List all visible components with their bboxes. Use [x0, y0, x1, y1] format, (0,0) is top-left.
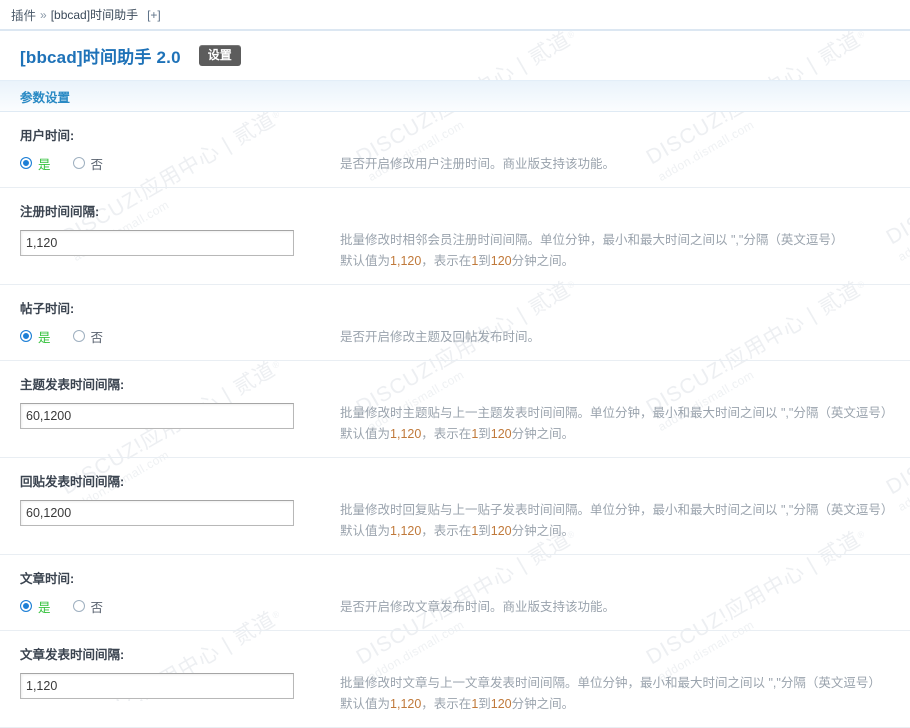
field-description-line: 是否开启修改主题及回帖发布时间。 [340, 330, 540, 344]
field-control [0, 230, 340, 256]
field-description: 批量修改时主题贴与上一主题发表时间间隔。单位分钟，最小和最大时间之间以 ","分… [340, 403, 910, 445]
reply-interval-input[interactable] [20, 500, 294, 526]
desc-number: 120 [491, 697, 512, 711]
radio-dot-icon[interactable] [73, 330, 85, 342]
field-row-reply-interval: 回贴发表时间间隔: 批量修改时回复贴与上一贴子发表时间间隔。单位分钟，最小和最大… [0, 458, 910, 555]
field-description-line-1: 批量修改时相邻会员注册时间间隔。单位分钟，最小和最大时间之间以 ","分隔（英文… [340, 230, 898, 251]
field-control: 是 否 [0, 327, 340, 345]
radio-dot-selected-icon[interactable] [20, 157, 32, 169]
field-description-line-1: 批量修改时回复贴与上一贴子发表时间间隔。单位分钟，最小和最大时间之间以 ","分… [340, 500, 898, 521]
field-control [0, 500, 340, 526]
field-row-article-time: 文章时间: 是 否 是否开启修改文章发布时间。商业版支持该功能。 [0, 555, 910, 631]
article-interval-input[interactable] [20, 673, 294, 699]
desc-number: 1,120 [390, 254, 421, 268]
desc-text: 分钟之间。 [512, 254, 575, 268]
radio-option-yes[interactable]: 是 [20, 597, 51, 616]
field-row-post-time: 帖子时间: 是 否 是否开启修改主题及回帖发布时间。 [0, 285, 910, 361]
breadcrumb: 插件 » [bbcad]时间助手 [+] [0, 0, 910, 31]
field-description-line-2: 默认值为1,120，表示在1到120分钟之间。 [340, 424, 898, 445]
field-row-user-time: 用户时间: 是 否 是否开启修改用户注册时间。商业版支持该功能。 [0, 112, 910, 188]
desc-number: 1,120 [390, 524, 421, 538]
field-description-line-1: 批量修改时文章与上一文章发表时间间隔。单位分钟，最小和最大时间之间以 ","分隔… [340, 673, 898, 694]
radio-option-yes[interactable]: 是 [20, 327, 51, 346]
section-header-parameters: 参数设置 [0, 80, 910, 112]
radio-label-yes: 是 [38, 597, 51, 616]
desc-text: 分钟之间。 [512, 524, 575, 538]
radio-group-user-time[interactable]: 是 否 [20, 154, 340, 172]
field-label: 主题发表时间间隔: [0, 374, 910, 393]
field-description: 是否开启修改用户注册时间。商业版支持该功能。 [340, 154, 910, 175]
field-description: 批量修改时回复贴与上一贴子发表时间间隔。单位分钟，最小和最大时间之间以 ","分… [340, 500, 910, 542]
radio-option-yes[interactable]: 是 [20, 154, 51, 173]
field-label: 文章时间: [0, 568, 910, 587]
field-control [0, 403, 340, 429]
field-description: 批量修改时相邻会员注册时间间隔。单位分钟，最小和最大时间之间以 ","分隔（英文… [340, 230, 910, 272]
desc-number: 120 [491, 427, 512, 441]
radio-label-yes: 是 [38, 154, 51, 173]
field-description: 是否开启修改文章发布时间。商业版支持该功能。 [340, 597, 910, 618]
field-description-line: 是否开启修改用户注册时间。商业版支持该功能。 [340, 157, 615, 171]
field-label: 帖子时间: [0, 298, 910, 317]
desc-text: ，表示在 [421, 524, 471, 538]
section-title: 参数设置 [20, 87, 70, 106]
field-description: 批量修改时文章与上一文章发表时间间隔。单位分钟，最小和最大时间之间以 ","分隔… [340, 673, 910, 715]
settings-form: 用户时间: 是 否 是否开启修改用户注册时间。商业版支持该功能。 [0, 112, 910, 728]
desc-text: 到 [478, 524, 491, 538]
radio-dot-selected-icon[interactable] [20, 600, 32, 612]
thread-interval-input[interactable] [20, 403, 294, 429]
field-control [0, 673, 340, 699]
desc-text: 到 [478, 427, 491, 441]
radio-dot-selected-icon[interactable] [20, 330, 32, 342]
field-description-line-1: 批量修改时主题贴与上一主题发表时间间隔。单位分钟，最小和最大时间之间以 ","分… [340, 403, 898, 424]
desc-number: 120 [491, 254, 512, 268]
desc-text: 到 [478, 254, 491, 268]
desc-text: 默认值为 [340, 427, 390, 441]
field-row-thread-interval: 主题发表时间间隔: 批量修改时主题贴与上一主题发表时间间隔。单位分钟，最小和最大… [0, 361, 910, 458]
desc-number: 120 [491, 524, 512, 538]
field-label: 文章发表时间间隔: [0, 644, 910, 663]
page-title: [bbcad]时间助手 2.0 [20, 43, 181, 68]
field-control: 是 否 [0, 597, 340, 615]
desc-text: 分钟之间。 [512, 427, 575, 441]
desc-text: 默认值为 [340, 697, 390, 711]
field-row-register-interval: 注册时间间隔: 批量修改时相邻会员注册时间间隔。单位分钟，最小和最大时间之间以 … [0, 188, 910, 285]
field-description-line-2: 默认值为1,120，表示在1到120分钟之间。 [340, 251, 898, 272]
radio-option-no[interactable]: 否 [73, 597, 104, 616]
field-description-line-2: 默认值为1,120，表示在1到120分钟之间。 [340, 521, 898, 542]
breadcrumb-expand-toggle[interactable]: [+] [147, 8, 161, 22]
breadcrumb-separator: » [40, 8, 47, 22]
field-control: 是 否 [0, 154, 340, 172]
radio-option-no[interactable]: 否 [73, 154, 104, 173]
breadcrumb-current: [bbcad]时间助手 [51, 6, 138, 23]
desc-text: ，表示在 [421, 254, 471, 268]
field-description-line-2: 默认值为1,120，表示在1到120分钟之间。 [340, 694, 898, 715]
radio-group-post-time[interactable]: 是 否 [20, 327, 340, 345]
desc-text: ，表示在 [421, 427, 471, 441]
settings-tab-button[interactable]: 设置 [199, 45, 241, 66]
field-label: 回贴发表时间间隔: [0, 471, 910, 490]
desc-text: 到 [478, 697, 491, 711]
field-label: 用户时间: [0, 125, 910, 144]
radio-label-no: 否 [91, 154, 104, 173]
radio-label-no: 否 [91, 327, 104, 346]
radio-label-yes: 是 [38, 327, 51, 346]
desc-number: 1,120 [390, 697, 421, 711]
desc-text: ，表示在 [421, 697, 471, 711]
register-interval-input[interactable] [20, 230, 294, 256]
radio-option-no[interactable]: 否 [73, 327, 104, 346]
desc-number: 1,120 [390, 427, 421, 441]
field-description: 是否开启修改主题及回帖发布时间。 [340, 327, 910, 348]
radio-dot-icon[interactable] [73, 600, 85, 612]
desc-text: 默认值为 [340, 524, 390, 538]
desc-text: 分钟之间。 [512, 697, 575, 711]
page-header: [bbcad]时间助手 2.0 设置 [0, 31, 910, 80]
radio-dot-icon[interactable] [73, 157, 85, 169]
desc-text: 默认值为 [340, 254, 390, 268]
field-label: 注册时间间隔: [0, 201, 910, 220]
radio-group-article-time[interactable]: 是 否 [20, 597, 340, 615]
breadcrumb-root[interactable]: 插件 [11, 5, 36, 24]
radio-label-no: 否 [91, 597, 104, 616]
field-row-article-interval: 文章发表时间间隔: 批量修改时文章与上一文章发表时间间隔。单位分钟，最小和最大时… [0, 631, 910, 728]
field-description-line: 是否开启修改文章发布时间。商业版支持该功能。 [340, 600, 615, 614]
